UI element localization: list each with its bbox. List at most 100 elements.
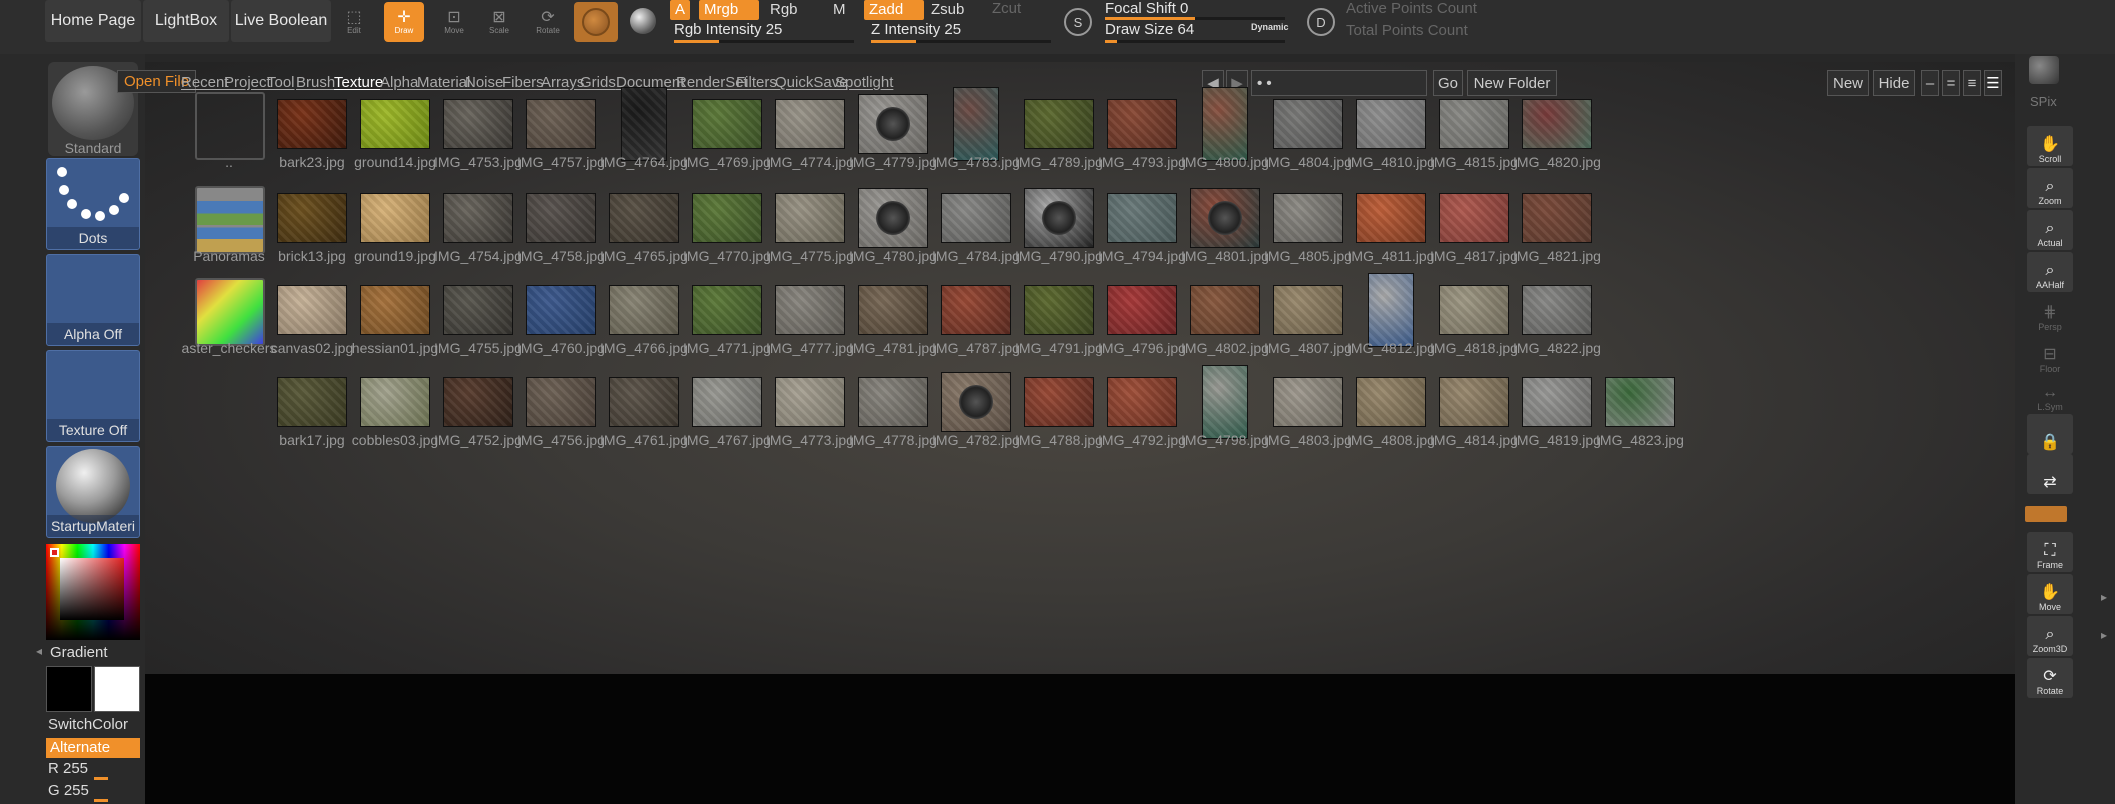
focal-shift-slider[interactable]: Focal Shift 0 — [1105, 0, 1285, 20]
texture-thumbnail[interactable] — [609, 193, 679, 243]
material-button[interactable]: StartupMateri — [46, 446, 140, 538]
edit-button[interactable]: ⬚ Edit — [334, 2, 374, 42]
sphere-tool-button[interactable] — [574, 2, 618, 42]
texture-thumbnail[interactable] — [1356, 377, 1426, 427]
tab-alpha[interactable]: Alpha — [380, 74, 418, 91]
zsub-toggle[interactable]: Zsub — [926, 0, 969, 20]
g-slider[interactable]: G 255 — [48, 782, 138, 802]
texture-thumbnail[interactable] — [1107, 285, 1177, 335]
stroke-button[interactable]: Dots — [46, 158, 140, 250]
texture-thumbnail[interactable] — [1107, 377, 1177, 427]
tab-filters[interactable]: Filters — [736, 74, 777, 91]
texture-thumbnail[interactable] — [526, 285, 596, 335]
frame-button[interactable]: ⛶ Frame — [2027, 532, 2073, 572]
view-list-icon[interactable]: ☰ — [1984, 70, 2002, 96]
texture-thumbnail[interactable] — [1439, 377, 1509, 427]
tab-recent[interactable]: Recent — [181, 74, 229, 91]
tab-tool[interactable]: Tool — [267, 74, 295, 91]
texture-thumbnail[interactable] — [1202, 365, 1248, 439]
scale-button[interactable]: ⊠ Scale — [479, 2, 519, 42]
m-toggle[interactable]: M — [828, 0, 851, 20]
texture-thumbnail[interactable] — [609, 377, 679, 427]
rgb-toggle[interactable]: Rgb — [765, 0, 803, 20]
texture-thumbnail[interactable] — [1439, 285, 1509, 335]
texture-thumbnail[interactable] — [1273, 377, 1343, 427]
draw-button[interactable]: ✛ Draw — [384, 2, 424, 42]
tab-texture[interactable]: Texture — [334, 74, 383, 91]
texture-thumbnail[interactable] — [1439, 193, 1509, 243]
new-folder-button[interactable]: New Folder — [1467, 70, 1557, 96]
tab-fibers[interactable]: Fibers — [502, 74, 544, 91]
view-large-icon[interactable]: ≡ — [1963, 70, 1981, 96]
texture-thumbnail[interactable] — [277, 285, 347, 335]
gradient-toggle[interactable]: Gradient — [50, 644, 108, 661]
view-small-icon[interactable]: – — [1921, 70, 1939, 96]
hide-button[interactable]: Hide — [1873, 70, 1915, 96]
texture-thumbnail[interactable] — [858, 285, 928, 335]
panoramas-folder-icon[interactable] — [195, 186, 265, 254]
zcut-toggle[interactable]: Zcut — [992, 0, 1021, 17]
r-slider[interactable]: R 255 — [48, 760, 138, 780]
color-picker-square[interactable] — [60, 558, 124, 620]
texture-thumbnail[interactable] — [1107, 99, 1177, 149]
canvas-area[interactable] — [145, 674, 2015, 804]
texture-thumbnail[interactable] — [277, 193, 347, 243]
texture-thumbnail[interactable] — [1190, 285, 1260, 335]
a-toggle[interactable]: A — [670, 0, 691, 20]
texture-thumbnail[interactable] — [360, 377, 430, 427]
parent-folder-icon[interactable] — [195, 92, 265, 160]
home-page-button[interactable]: Home Page — [45, 0, 141, 42]
texture-thumbnail[interactable] — [526, 193, 596, 243]
texture-thumbnail[interactable] — [692, 377, 762, 427]
bpr-icon[interactable] — [2029, 56, 2059, 84]
mrgb-toggle[interactable]: Mrgb — [699, 0, 759, 20]
main-color-swatch[interactable] — [46, 666, 92, 712]
shelf-arrow-icon[interactable]: ◂ — [36, 644, 48, 666]
texture-thumbnail[interactable] — [1522, 377, 1592, 427]
texture-thumbnail[interactable] — [1522, 285, 1592, 335]
checkers-folder-icon[interactable] — [195, 278, 265, 346]
texture-thumbnail[interactable] — [1522, 193, 1592, 243]
texture-thumbnail[interactable] — [775, 285, 845, 335]
texture-thumbnail[interactable] — [941, 372, 1011, 432]
texture-thumbnail[interactable] — [621, 87, 667, 161]
texture-thumbnail[interactable] — [1356, 193, 1426, 243]
tab-brush[interactable]: Brush — [296, 74, 335, 91]
z-intensity-slider[interactable]: Z Intensity 25 — [871, 21, 1051, 43]
texture-thumbnail[interactable] — [277, 377, 347, 427]
new-button[interactable]: New — [1827, 70, 1869, 96]
texture-thumbnail[interactable] — [1273, 285, 1343, 335]
texture-thumbnail[interactable] — [526, 377, 596, 427]
texture-thumbnail[interactable] — [526, 99, 596, 149]
spotlight-s-icon[interactable]: S — [1064, 8, 1092, 36]
texture-thumbnail[interactable] — [443, 377, 513, 427]
texture-thumbnail[interactable] — [1605, 377, 1675, 427]
texture-thumbnail[interactable] — [360, 193, 430, 243]
texture-thumbnail[interactable] — [360, 285, 430, 335]
d-icon[interactable]: D — [1307, 8, 1335, 36]
texture-thumbnail[interactable] — [1273, 193, 1343, 243]
secondary-color-swatch[interactable] — [94, 666, 140, 712]
texture-thumbnail[interactable] — [1024, 99, 1094, 149]
rgb-intensity-slider[interactable]: Rgb Intensity 25 — [674, 21, 854, 43]
zoom3d-button[interactable]: ⌕ Zoom3D — [2027, 616, 2073, 656]
tab-noise[interactable]: Noise — [465, 74, 503, 91]
tab-project[interactable]: Project — [224, 74, 271, 91]
switchcolor-button[interactable]: SwitchColor — [48, 716, 128, 733]
texture-thumbnail[interactable] — [1107, 193, 1177, 243]
xyz-toggle[interactable] — [2025, 506, 2067, 522]
lightbox-button[interactable]: LightBox — [143, 0, 229, 42]
color-picker[interactable] — [46, 544, 140, 640]
tab-grids[interactable]: Grids — [580, 74, 616, 91]
texture-thumbnail[interactable] — [692, 285, 762, 335]
texture-thumbnail[interactable] — [1439, 99, 1509, 149]
texture-thumbnail[interactable] — [1024, 188, 1094, 248]
zoom-button[interactable]: ⌕ Zoom — [2027, 168, 2073, 208]
texture-thumbnail[interactable] — [443, 285, 513, 335]
texture-thumbnail[interactable] — [941, 193, 1011, 243]
floor-button[interactable]: ⊟ Floor — [2027, 336, 2073, 376]
texture-thumbnail[interactable] — [941, 285, 1011, 335]
shelf-arrow-right-icon[interactable]: ▸ — [2101, 590, 2107, 604]
texture-thumbnail[interactable] — [1522, 99, 1592, 149]
shelf-arrow-right-icon-2[interactable]: ▸ — [2101, 628, 2107, 642]
